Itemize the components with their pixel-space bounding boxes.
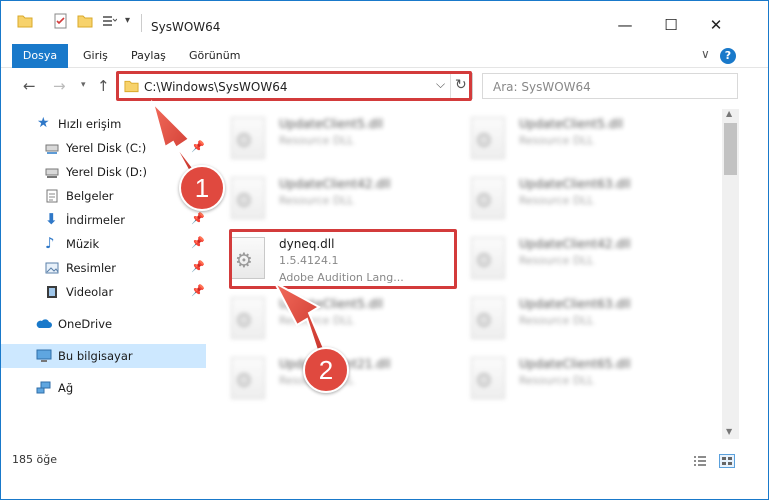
- step-badge-2: 2: [303, 347, 349, 393]
- pin-icon: 📌: [191, 260, 205, 273]
- network-icon: [36, 381, 51, 394]
- nav-item-this-pc[interactable]: Bu bilgisayar: [1, 344, 206, 368]
- tab-view[interactable]: Görünüm: [189, 44, 240, 68]
- nav-item-disk-c[interactable]: Yerel Disk (C:) 📌: [1, 136, 206, 160]
- explorer-window: ▾ SysWOW64 — ☐ ✕ Dosya Giriş Paylaş Görü…: [0, 0, 769, 500]
- properties-icon[interactable]: [53, 13, 69, 29]
- computer-icon: [36, 349, 52, 362]
- drive-icon: [45, 168, 59, 178]
- scrollbar-thumb[interactable]: [724, 123, 737, 175]
- nav-item-music[interactable]: ♪ Müzik 📌: [1, 232, 206, 256]
- nav-item-quick-access[interactable]: ★ Hızlı erişim: [1, 112, 206, 136]
- music-icon: ♪: [45, 234, 55, 252]
- status-bar: 185 öğe: [1, 449, 768, 471]
- help-icon[interactable]: ?: [720, 48, 736, 64]
- search-input[interactable]: Ara: SysWOW64: [493, 80, 591, 94]
- tab-file[interactable]: Dosya: [12, 44, 68, 68]
- nav-item-documents[interactable]: Belgeler 📌: [1, 184, 206, 208]
- search-box[interactable]: Ara: SysWOW64: [482, 73, 738, 99]
- new-folder-icon[interactable]: [77, 13, 93, 29]
- file-item[interactable]: ⚙ UpdateClient42.dll Resource DLL: [219, 171, 449, 229]
- file-item[interactable]: ⚙ UpdateClient63.dll Resource DLL: [459, 291, 689, 349]
- pictures-icon: [45, 262, 59, 274]
- ribbon: Dosya Giriş Paylaş Görünüm ∨ ?: [1, 44, 768, 68]
- maximize-button[interactable]: ☐: [648, 11, 694, 39]
- file-item[interactable]: ⚙ UpdateClient65.dll Resource DLL: [459, 351, 689, 409]
- file-item[interactable]: ⚙ UpdateClient5.dll Resource DLL: [219, 291, 449, 349]
- pin-icon: 📌: [191, 236, 205, 249]
- close-button[interactable]: ✕: [693, 11, 739, 39]
- file-item[interactable]: ⚙ UpdateClient63.dll Resource DLL: [459, 171, 689, 229]
- step-badge-1: 1: [179, 165, 225, 211]
- file-item[interactable]: ⚙ UpdateClient5.dll Resource DLL: [459, 111, 689, 169]
- title-bar: ▾ SysWOW64 — ☐ ✕: [1, 1, 768, 44]
- quick-access-dropdown-icon[interactable]: ▾: [125, 15, 130, 26]
- scroll-up-icon[interactable]: ▲: [726, 109, 732, 118]
- documents-icon: [46, 189, 58, 203]
- ribbon-expand-icon[interactable]: ∨: [701, 47, 710, 61]
- back-arrow-icon[interactable]: ←: [23, 77, 36, 95]
- video-icon: [47, 286, 57, 298]
- nav-item-onedrive[interactable]: OneDrive: [1, 312, 206, 336]
- pin-icon: 📌: [191, 140, 205, 153]
- dll-file-icon: ⚙: [231, 117, 265, 159]
- navigation-pane: ★ Hızlı erişim Yerel Disk (C:) 📌 Yerel D…: [1, 109, 206, 439]
- item-count: 185 öğe: [12, 453, 57, 466]
- pin-icon: 📌: [191, 212, 205, 225]
- details-view-icon[interactable]: [693, 455, 707, 467]
- file-item[interactable]: ⚙ UpdateClient5.dll Resource DLL: [219, 111, 449, 169]
- star-icon: ★: [37, 115, 50, 131]
- tab-home[interactable]: Giriş: [83, 44, 108, 68]
- nav-item-pictures[interactable]: Resimler 📌: [1, 256, 206, 280]
- dll-file-icon: ⚙: [471, 117, 505, 159]
- scroll-down-icon[interactable]: ▼: [726, 427, 732, 436]
- dll-file-icon: ⚙: [231, 297, 265, 339]
- drive-icon: [45, 144, 59, 154]
- forward-arrow-icon[interactable]: →: [53, 77, 66, 95]
- file-item[interactable]: ⚙ UpdateClient42.dll Resource DLL: [459, 231, 689, 289]
- file-highlight-box: [229, 229, 457, 289]
- download-icon: ⬇: [45, 210, 58, 228]
- customize-toolbar-icon[interactable]: [101, 13, 117, 29]
- large-icons-view-icon[interactable]: [719, 454, 735, 468]
- address-highlight-box: [116, 71, 472, 101]
- nav-item-videos[interactable]: Videolar 📌: [1, 280, 206, 304]
- vertical-scrollbar[interactable]: ▲ ▼: [722, 109, 739, 439]
- dll-file-icon: ⚙: [231, 177, 265, 219]
- pin-icon: 📌: [191, 284, 205, 297]
- dll-file-icon: ⚙: [471, 297, 505, 339]
- recent-locations-icon[interactable]: ▾: [81, 80, 86, 90]
- title-separator: [141, 14, 142, 32]
- dll-file-icon: ⚙: [231, 357, 265, 399]
- dll-file-icon: ⚙: [471, 177, 505, 219]
- nav-item-network[interactable]: Ağ: [1, 376, 206, 400]
- cloud-icon: [36, 319, 52, 328]
- tab-share[interactable]: Paylaş: [131, 44, 166, 68]
- window-title: SysWOW64: [151, 20, 221, 34]
- minimize-button[interactable]: —: [602, 11, 648, 39]
- nav-item-disk-d[interactable]: Yerel Disk (D:): [1, 160, 206, 184]
- dll-file-icon: ⚙: [471, 357, 505, 399]
- nav-item-downloads[interactable]: ⬇ İndirmeler 📌: [1, 208, 206, 232]
- up-arrow-icon[interactable]: ↑: [97, 77, 110, 95]
- folder-icon[interactable]: [17, 13, 33, 29]
- dll-file-icon: ⚙: [471, 237, 505, 279]
